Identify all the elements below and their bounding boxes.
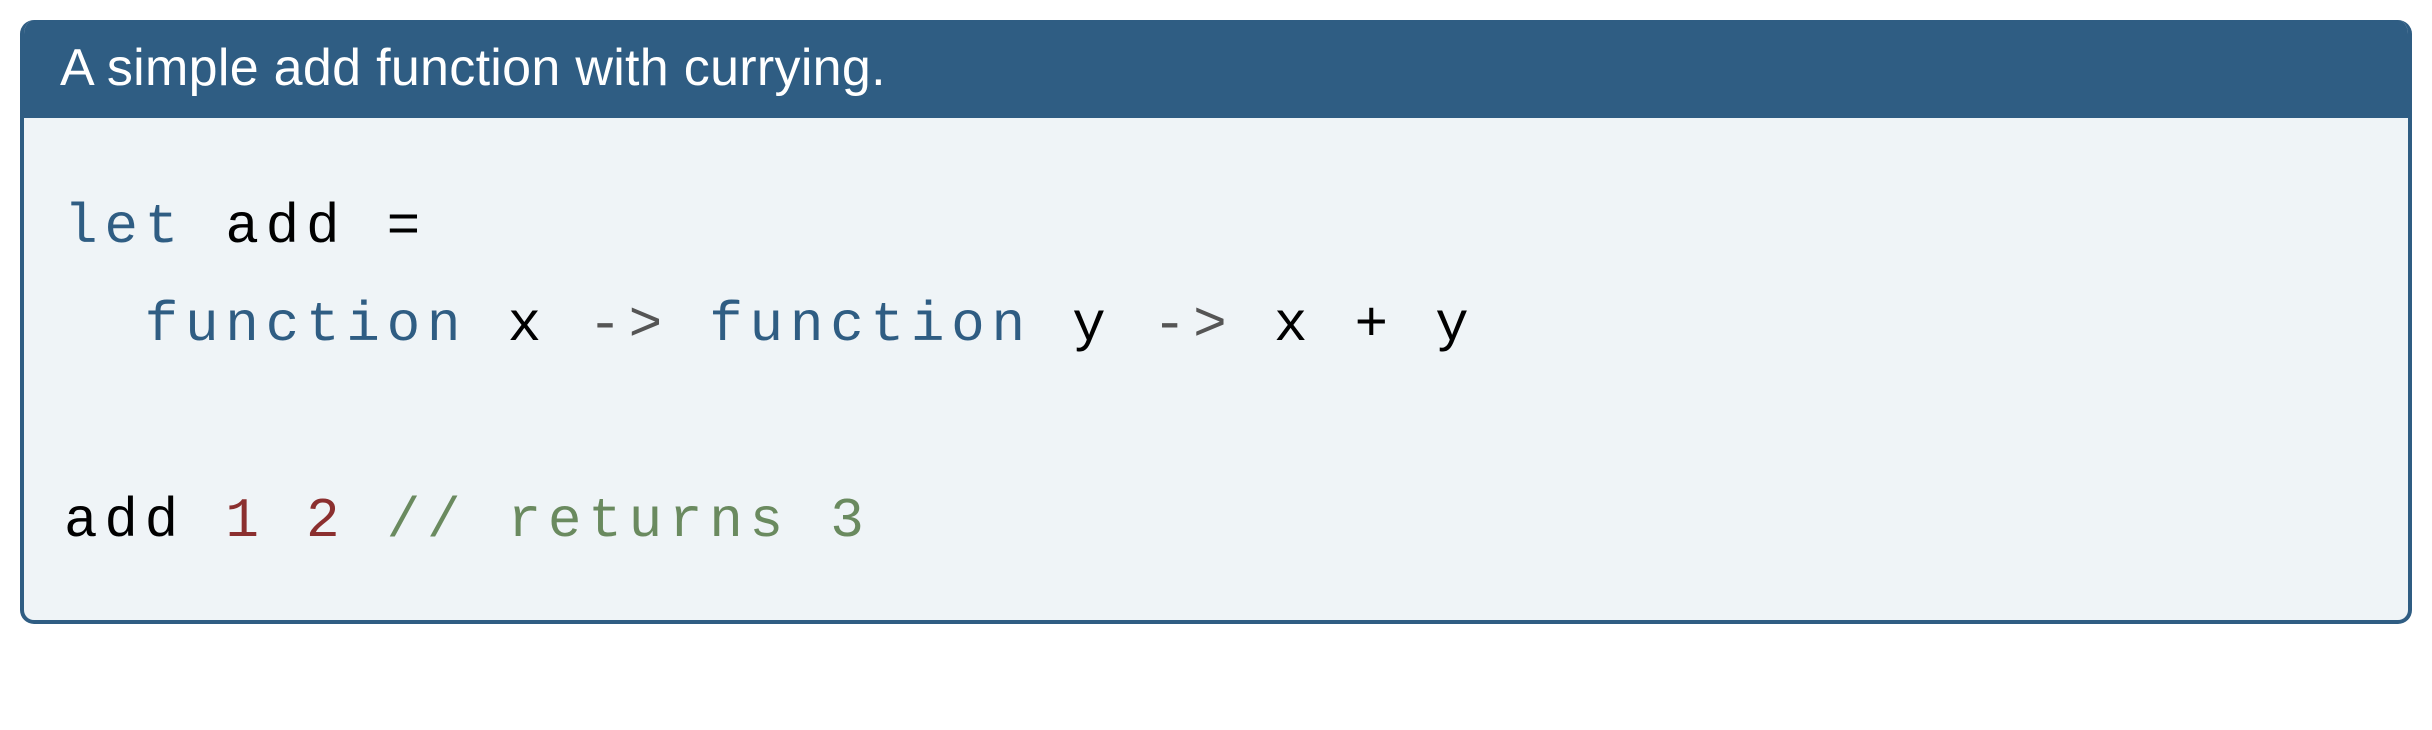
operator-equals: = — [387, 195, 427, 259]
identifier-y: y — [1072, 293, 1112, 357]
operator-arrow: -> — [1153, 293, 1234, 357]
operator-plus: + — [1354, 293, 1394, 357]
identifier-x: x — [508, 293, 548, 357]
operator-arrow: -> — [588, 293, 669, 357]
title-text: A simple add function with currying. — [60, 39, 886, 97]
identifier-y: y — [1435, 293, 1475, 357]
keyword-function: function — [145, 293, 468, 357]
comment-text: returns 3 — [508, 489, 871, 553]
keyword-let: let — [64, 195, 185, 259]
number-literal: 2 — [306, 489, 346, 553]
identifier-x: x — [1274, 293, 1314, 357]
identifier-add: add — [225, 195, 346, 259]
identifier-add-call: add — [64, 489, 185, 553]
code-snippet-body: let add = function x -> function y -> x … — [24, 118, 2408, 620]
comment-slashes: // — [387, 489, 468, 553]
number-literal: 1 — [225, 489, 265, 553]
code-snippet-title: A simple add function with currying. — [24, 20, 2408, 118]
code-snippet-block: A simple add function with currying. let… — [20, 20, 2412, 624]
keyword-function: function — [709, 293, 1032, 357]
